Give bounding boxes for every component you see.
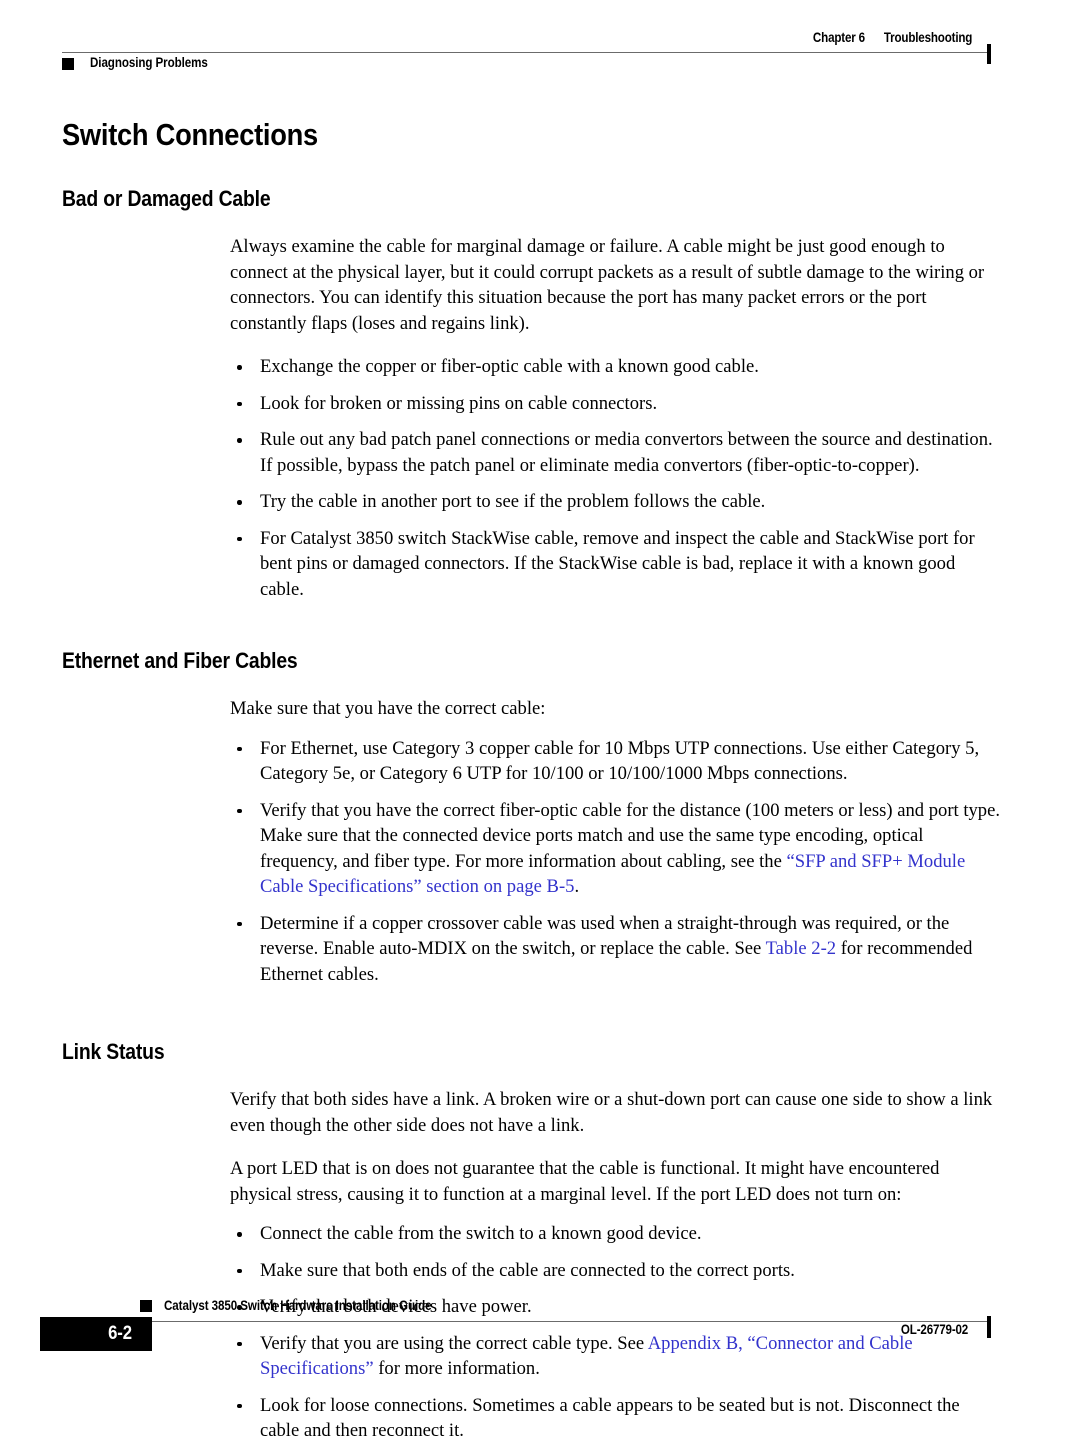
page-title: Switch Connections bbox=[62, 117, 318, 152]
section-body-link-status: Verify that both sides have a link. A br… bbox=[230, 1087, 1002, 1444]
list-item: Try the cable in another port to see if … bbox=[230, 489, 1002, 515]
list-item: Look for broken or missing pins on cable… bbox=[230, 391, 1002, 417]
paragraph-intro: Make sure that you have the correct cabl… bbox=[230, 698, 546, 719]
header-edge-tick-marker bbox=[987, 44, 991, 64]
bullet-dot-icon bbox=[237, 921, 242, 926]
list-item: Verify that you have the correct fiber-o… bbox=[230, 798, 1002, 900]
list-item-text: Look for loose connections. Sometimes a … bbox=[260, 1394, 960, 1442]
bullet-list-ethernet-fiber: For Ethernet, use Category 3 copper cabl… bbox=[230, 736, 1002, 988]
section-body-bad-or-damaged-cable: Always examine the cable for marginal da… bbox=[230, 234, 1002, 602]
list-item: Look for loose connections. Sometimes a … bbox=[230, 1393, 1002, 1444]
list-item: Make sure that both ends of the cable ar… bbox=[230, 1258, 1002, 1284]
list-item-text: Connect the cable from the switch to a k… bbox=[260, 1223, 702, 1244]
section-heading-link-status: Link Status bbox=[62, 1039, 165, 1064]
link-table-2-2[interactable]: Table 2-2 bbox=[766, 938, 836, 959]
bullet-dot-icon bbox=[237, 438, 242, 443]
header-chapter-title: Troubleshooting bbox=[883, 30, 973, 45]
page-content: Switch Connections Bad or Damaged Cable … bbox=[62, 118, 1002, 1444]
bullet-dot-icon bbox=[237, 746, 242, 751]
list-item: For Catalyst 3850 switch StackWise cable… bbox=[230, 526, 1002, 603]
list-item: Determine if a copper crossover cable wa… bbox=[230, 911, 1002, 988]
bullet-dot-icon bbox=[237, 401, 242, 406]
paragraph-port-led: A port LED that is on does not guarantee… bbox=[230, 1158, 940, 1205]
bullet-dot-icon bbox=[237, 1232, 242, 1237]
list-item-text: Rule out any bad patch panel connections… bbox=[260, 429, 993, 476]
paragraph-intro: Always examine the cable for marginal da… bbox=[230, 236, 985, 334]
page-header: Chapter 6 Troubleshooting Diagnosing Prob… bbox=[62, 30, 991, 76]
section-body-ethernet-and-fiber-cables: Make sure that you have the correct cabl… bbox=[230, 696, 1002, 987]
header-square-bullet-icon bbox=[62, 58, 74, 70]
bullet-dot-icon bbox=[237, 365, 242, 370]
header-rule bbox=[62, 52, 990, 53]
section-heading-bad-or-damaged-cable: Bad or Damaged Cable bbox=[62, 186, 271, 211]
section-heading-ethernet-and-fiber-cables: Ethernet and Fiber Cables bbox=[62, 648, 298, 673]
bullet-dot-icon bbox=[237, 1403, 242, 1408]
list-item: Rule out any bad patch panel connections… bbox=[230, 427, 1002, 478]
list-item-text: For Catalyst 3850 switch StackWise cable… bbox=[260, 527, 975, 600]
document-page: Chapter 6 Troubleshooting Diagnosing Prob… bbox=[0, 0, 1080, 1441]
page-footer: Catalyst 3850 Switch Hardware Installati… bbox=[40, 1298, 991, 1370]
list-item-text: For Ethernet, use Category 3 copper cabl… bbox=[260, 737, 980, 785]
list-item-text-after: . bbox=[574, 876, 580, 897]
list-item-text: Exchange the copper or fiber-optic cable… bbox=[260, 356, 759, 377]
bullet-dot-icon bbox=[237, 808, 242, 813]
header-chapter-info: Chapter 6 Troubleshooting bbox=[813, 30, 972, 45]
footer-square-bullet-icon bbox=[140, 1300, 152, 1312]
footer-guide-title: Catalyst 3850 Switch Hardware Installati… bbox=[164, 1298, 432, 1313]
footer-page-number: 6-2 bbox=[108, 1323, 132, 1344]
list-item-text: Try the cable in another port to see if … bbox=[260, 491, 766, 512]
bullet-dot-icon bbox=[237, 500, 242, 505]
list-item-text: Make sure that both ends of the cable ar… bbox=[260, 1259, 795, 1281]
footer-document-id: OL-26779-02 bbox=[900, 1322, 968, 1337]
footer-edge-tick-marker bbox=[987, 1316, 991, 1338]
list-item-text: Look for broken or missing pins on cable… bbox=[260, 392, 658, 414]
list-item: For Ethernet, use Category 3 copper cabl… bbox=[230, 736, 1002, 787]
list-item: Exchange the copper or fiber-optic cable… bbox=[230, 354, 1002, 380]
paragraph-link-verify: Verify that both sides have a link. A br… bbox=[230, 1089, 993, 1136]
footer-rule bbox=[62, 1321, 990, 1322]
header-section-name: Diagnosing Problems bbox=[90, 55, 208, 70]
bullet-dot-icon bbox=[237, 1268, 242, 1273]
bullet-list-bad-cable: Exchange the copper or fiber-optic cable… bbox=[230, 354, 1002, 602]
list-item: Connect the cable from the switch to a k… bbox=[230, 1221, 1002, 1247]
bullet-dot-icon bbox=[237, 536, 242, 541]
header-chapter-number: Chapter 6 bbox=[812, 30, 865, 45]
